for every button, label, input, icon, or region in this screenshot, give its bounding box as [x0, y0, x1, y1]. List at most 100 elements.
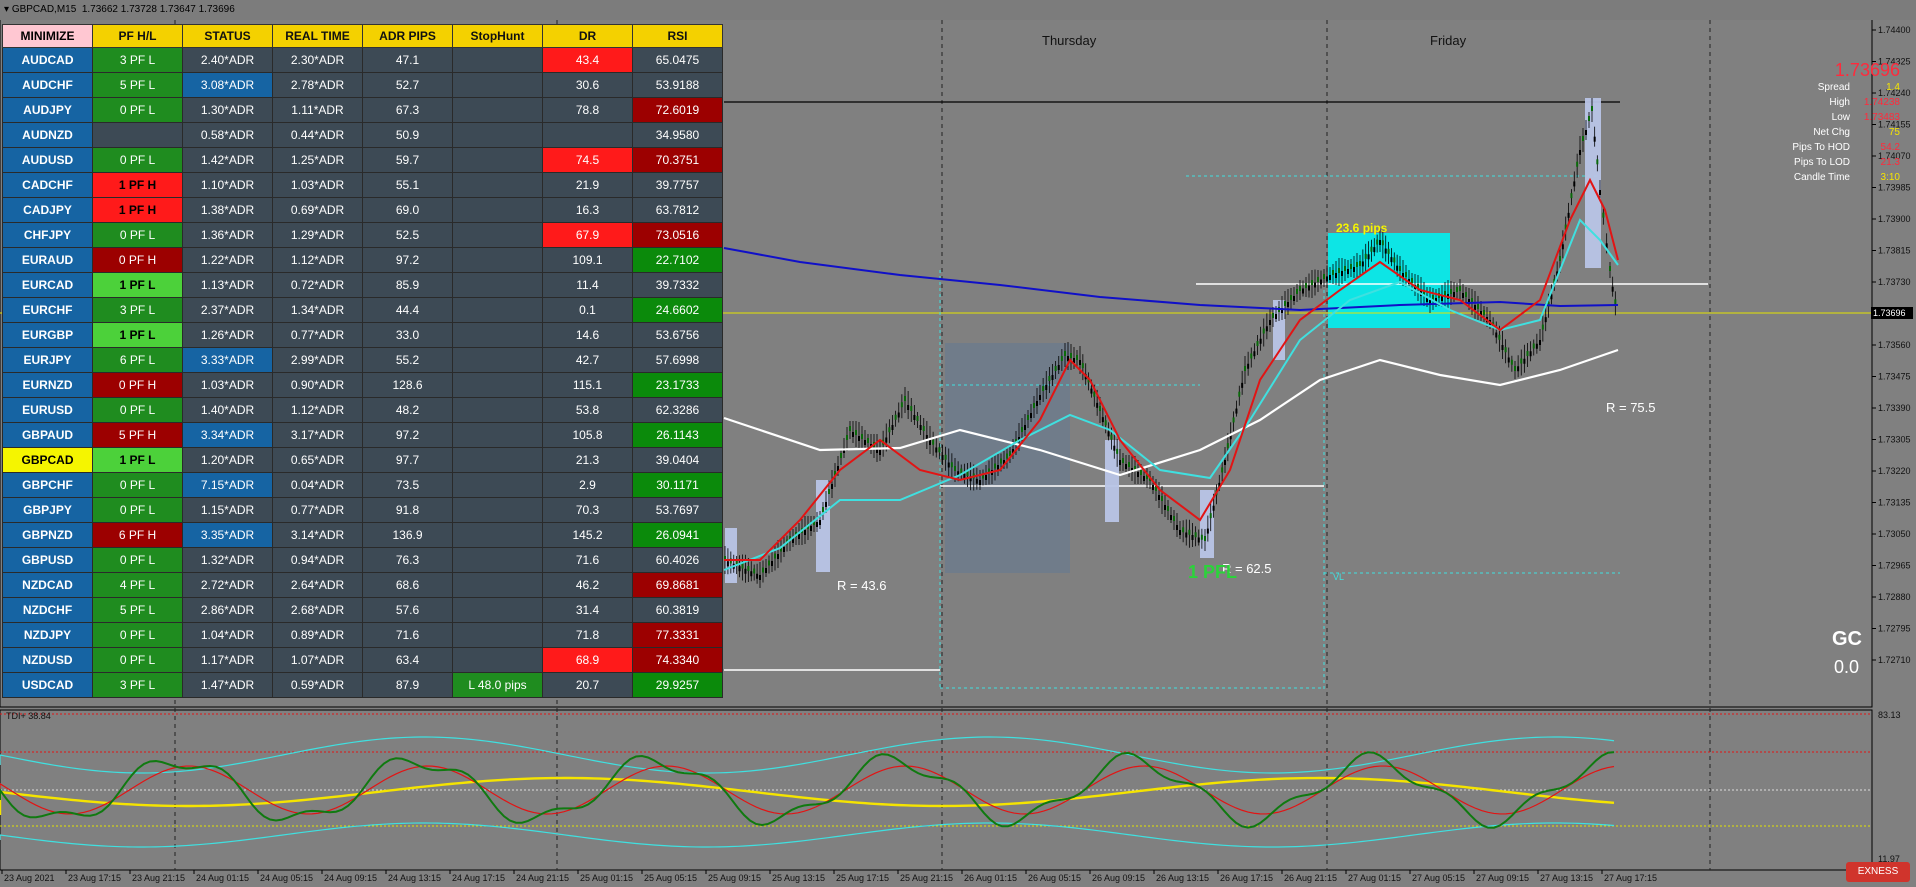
candle-body	[944, 454, 947, 460]
stophunt-cell	[452, 222, 543, 248]
time-tick-label: 27 Aug 01:15	[1348, 873, 1401, 883]
candle-body	[1344, 266, 1346, 271]
candle-body	[1104, 420, 1107, 426]
candle-body	[1356, 262, 1358, 267]
candle-body	[1033, 403, 1035, 408]
pf-cell: 0 PF H	[92, 372, 183, 398]
candle-body	[1462, 293, 1464, 298]
symbol-button[interactable]: CADJPY	[2, 197, 93, 223]
status-cell: 3.35*ADR	[182, 522, 273, 548]
candle-body	[1308, 285, 1310, 291]
symbol-button[interactable]: EURJPY	[2, 347, 93, 373]
candle-body	[777, 554, 779, 559]
symbol-button[interactable]: GBPCAD	[2, 447, 93, 473]
candle-body	[1477, 304, 1479, 309]
dr-cell: 16.3	[542, 197, 633, 223]
col-header-dr: DR	[542, 24, 633, 48]
pf-cell: 1 PF L	[92, 272, 183, 298]
candle-body	[1197, 537, 1200, 543]
current-price-badge: 1.73696	[1871, 307, 1913, 319]
symbol-button[interactable]: USDCAD	[2, 672, 93, 698]
candle-body	[855, 430, 857, 435]
candle-body	[997, 465, 999, 470]
time-tick-label: 26 Aug 09:15	[1092, 873, 1145, 883]
symbol-button[interactable]: CHFJPY	[2, 222, 93, 248]
time-tick-label: 24 Aug 01:15	[196, 873, 249, 883]
symbol-button[interactable]: NZDUSD	[2, 647, 93, 673]
symbol-button[interactable]: NZDCAD	[2, 572, 93, 598]
table-row: CHFJPY 0 PF L 1.36*ADR 1.29*ADR 52.5 67.9 73.0…	[2, 222, 723, 248]
symbol-button[interactable]: EURAUD	[2, 247, 93, 273]
table-row: GBPJPY 0 PF L 1.15*ADR 0.77*ADR 91.8 70.3 53.7…	[2, 497, 723, 523]
symbol-button[interactable]: EURNZD	[2, 372, 93, 398]
symbol-button[interactable]: NZDJPY	[2, 622, 93, 648]
price-tick-label: 1.73475	[1878, 372, 1911, 382]
symbol-button[interactable]: AUDNZD	[2, 122, 93, 148]
info-row: Pips To LOD 21.3	[1730, 157, 1900, 170]
rsi-cell: 57.6998	[632, 347, 723, 373]
candle-body	[1269, 320, 1271, 325]
minimize-button[interactable]: MINIMIZE	[2, 24, 93, 48]
symbol-button[interactable]: EURUSD	[2, 397, 93, 423]
symbol-button[interactable]: AUDCAD	[2, 47, 93, 73]
candle-body	[1036, 401, 1038, 406]
candle-body	[1054, 366, 1057, 371]
symbol-button[interactable]: AUDCHF	[2, 72, 93, 98]
stophunt-cell	[452, 372, 543, 398]
candle-body	[798, 534, 800, 539]
adr-cell: 52.5	[362, 222, 453, 248]
info-value: 1.73483	[1863, 112, 1900, 123]
symbol-button[interactable]: GBPCHF	[2, 472, 93, 498]
adr-cell: 59.7	[362, 147, 453, 173]
symbol-button[interactable]: AUDUSD	[2, 147, 93, 173]
adr-cell: 97.2	[362, 247, 453, 273]
symbol-button[interactable]: GBPNZD	[2, 522, 93, 548]
symbol-button[interactable]: CADCHF	[2, 172, 93, 198]
candle-body	[1582, 136, 1584, 141]
candle-body	[840, 453, 842, 458]
symbol-button[interactable]: NZDCHF	[2, 597, 93, 623]
candle-body	[1140, 470, 1142, 475]
candle-body	[1526, 351, 1529, 356]
candle-body	[1060, 356, 1063, 361]
candle-body	[819, 520, 821, 525]
rsi-cell: 34.9580	[632, 122, 723, 148]
candle-body	[1272, 313, 1274, 318]
candle-body	[1579, 150, 1581, 155]
candle-body	[1226, 443, 1229, 449]
chart-title: ▾ GBPCAD,M15 1.73662 1.73728 1.73647 1.7…	[4, 4, 235, 15]
pf-cell: 1 PF L	[92, 322, 183, 348]
col-header-realtime: REAL TIME	[272, 24, 363, 48]
pf-cell: 4 PF L	[92, 572, 183, 598]
time-tick-label: 26 Aug 17:15	[1220, 873, 1273, 883]
candle-body	[1517, 366, 1520, 372]
table-row: NZDJPY 0 PF L 1.04*ADR 0.89*ADR 71.6 71.8 77.3…	[2, 622, 723, 648]
status-cell: 1.42*ADR	[182, 147, 273, 173]
candle-body	[929, 440, 931, 445]
pf-cell: 1 PF H	[92, 197, 183, 223]
symbol-button[interactable]: AUDJPY	[2, 97, 93, 123]
table-row: AUDNZD 0.58*ADR 0.44*ADR 50.9 34.9580	[2, 122, 723, 148]
symbol-button[interactable]: GBPJPY	[2, 497, 93, 523]
rsi-cell: 62.3286	[632, 397, 723, 423]
candle-body	[879, 450, 881, 455]
status-cell: 1.03*ADR	[182, 372, 273, 398]
symbol-button[interactable]: EURGBP	[2, 322, 93, 348]
adr-cell: 48.2	[362, 397, 453, 423]
candle-body	[1359, 261, 1361, 266]
candle-body	[1293, 296, 1295, 301]
symbol-button[interactable]: GBPAUD	[2, 422, 93, 448]
symbol-button[interactable]: EURCAD	[2, 272, 93, 298]
realtime-cell: 1.03*ADR	[272, 172, 363, 198]
symbol-button[interactable]: GBPUSD	[2, 547, 93, 573]
status-cell: 1.04*ADR	[182, 622, 273, 648]
time-tick-label: 27 Aug 09:15	[1476, 873, 1529, 883]
symbol-button[interactable]: EURCHF	[2, 297, 93, 323]
candle-body	[1609, 266, 1611, 271]
rsi-cell: 39.7332	[632, 272, 723, 298]
chart-window: 1.74400 1.74325 1.74240 1.74155 1.74070 1.739…	[0, 0, 1916, 887]
candle-body	[1373, 247, 1376, 253]
stophunt-cell	[452, 597, 543, 623]
candle-body	[1067, 356, 1069, 361]
candle-body	[1573, 181, 1576, 187]
